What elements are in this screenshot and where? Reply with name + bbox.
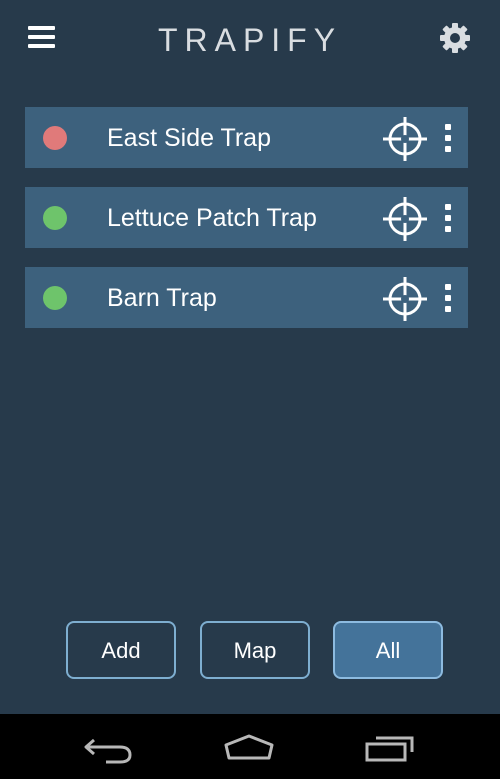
trap-name: Lettuce Patch Trap — [107, 204, 317, 232]
trap-name: Barn Trap — [107, 284, 217, 312]
trap-list: East Side Trap Lettuce Patch Trap Barn T… — [25, 107, 468, 347]
all-button[interactable]: All — [333, 621, 443, 679]
map-button[interactable]: Map — [200, 621, 310, 679]
recent-apps-icon[interactable] — [362, 728, 422, 768]
crosshair-icon[interactable] — [381, 115, 429, 163]
add-button[interactable]: Add — [66, 621, 176, 679]
crosshair-icon[interactable] — [381, 195, 429, 243]
trap-row-barn[interactable]: Barn Trap — [25, 267, 468, 328]
more-vertical-icon[interactable] — [442, 204, 454, 232]
gear-icon[interactable] — [438, 21, 472, 55]
app-header: TRAPIFY — [0, 0, 500, 80]
home-icon[interactable] — [219, 728, 279, 768]
bottom-button-bar: Add Map All — [0, 621, 500, 683]
back-icon[interactable] — [80, 728, 140, 768]
more-vertical-icon[interactable] — [442, 124, 454, 152]
system-nav-bar — [0, 714, 500, 779]
status-indicator — [43, 206, 67, 230]
status-indicator — [43, 126, 67, 150]
status-indicator — [43, 286, 67, 310]
trap-name: East Side Trap — [107, 124, 271, 152]
crosshair-icon[interactable] — [381, 275, 429, 323]
trap-row-east-side[interactable]: East Side Trap — [25, 107, 468, 168]
app-title: TRAPIFY — [157, 22, 343, 58]
more-vertical-icon[interactable] — [442, 284, 454, 312]
trap-row-lettuce-patch[interactable]: Lettuce Patch Trap — [25, 187, 468, 248]
